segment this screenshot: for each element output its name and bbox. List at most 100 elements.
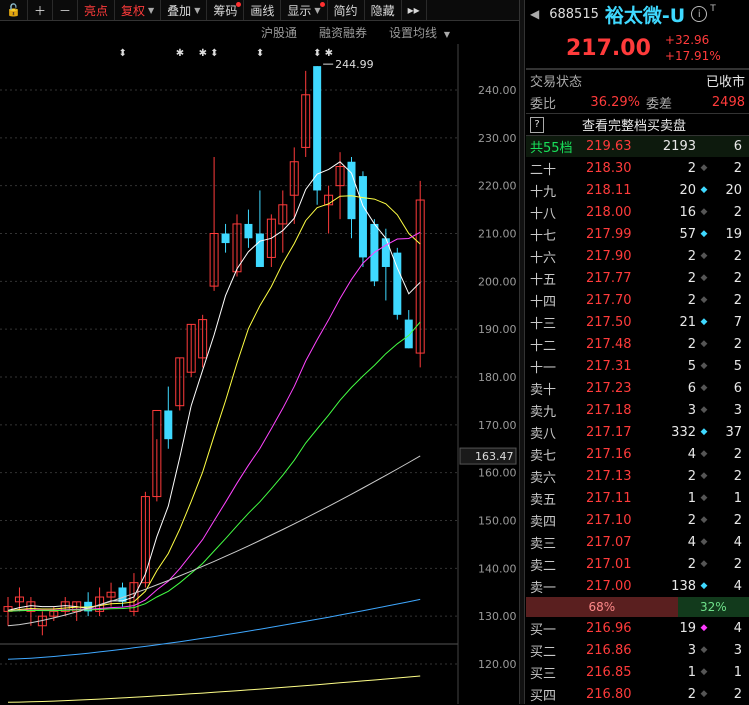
order-level-row[interactable]: 十九 218.11 20 ◆ 20 (526, 179, 749, 201)
event-marker-icon[interactable]: ✱ (176, 48, 184, 59)
lock-icon[interactable]: 🔓 (0, 0, 28, 20)
full-levels-button[interactable]: 查看完整档买卖盘 (582, 115, 686, 134)
panel-splitter[interactable] (519, 0, 525, 704)
order-level-row[interactable]: 十八 218.00 16 ◆ 2 (526, 201, 749, 223)
zoom-out-icon[interactable]: － (53, 0, 78, 20)
diamond-icon: ◆ (700, 163, 708, 173)
chevron-down-icon: ▼ (314, 5, 321, 15)
level-volume: 2 (687, 686, 696, 702)
price-change: +32.96 (664, 33, 710, 47)
level-label: 十三 (530, 316, 557, 332)
tool-chips[interactable]: 筹码 (207, 0, 245, 20)
order-level-row[interactable]: 卖四 217.10 2 ◆ 2 (526, 509, 749, 531)
diamond-icon: ◆ (700, 515, 708, 525)
order-level-row[interactable]: 卖八 217.17 332 ◆ 37 (526, 421, 749, 443)
event-marker-icon[interactable]: ⬍ (256, 48, 264, 59)
event-marker-icon[interactable]: ✱ (199, 48, 207, 59)
level-label: 十七 (530, 228, 557, 244)
order-level-row[interactable]: 买四 216.80 2 ◆ 2 (526, 683, 749, 705)
event-marker-icon[interactable]: ⬍ (210, 48, 218, 59)
order-level-row[interactable]: 十五 217.77 2 ◆ 2 (526, 267, 749, 289)
kline-chart[interactable]: 120.00 130.00 140.00 150.00 160.00 170.00 180.… (0, 0, 519, 704)
order-level-row[interactable]: 卖九 217.18 3 ◆ 3 (526, 399, 749, 421)
level-orders: 3 (733, 402, 742, 418)
diamond-icon: ◆ (700, 251, 708, 261)
y-tick-label: 210.00 (478, 228, 517, 241)
stock-header: ◀ 688515 裕太微-U i T (526, 0, 749, 28)
level-orders: 2 (733, 512, 742, 528)
tool-display[interactable]: 显示 ▼ (281, 0, 328, 20)
candle-body (244, 223, 253, 239)
order-level-row[interactable]: 十三 217.50 21 ◆ 7 (526, 311, 749, 333)
tool-hide[interactable]: 隐藏 (365, 0, 402, 20)
level-orders: 2 (733, 292, 742, 308)
tool-overlay[interactable]: 叠加 ▼ (161, 0, 208, 20)
candle-body (313, 66, 322, 191)
level-price: 217.16 (586, 446, 632, 462)
level-price: 216.86 (586, 642, 632, 658)
order-level-row[interactable]: 买三 216.85 1 ◆ 1 (526, 661, 749, 683)
level-volume: 1 (687, 490, 696, 506)
y-tick-label: 190.00 (478, 323, 517, 336)
tool-simple[interactable]: 简约 (328, 0, 365, 20)
level-orders: 2 (733, 160, 742, 176)
order-level-row[interactable]: 卖一 217.00 138 ◆ 4 (526, 575, 749, 597)
level-volume: 21 (679, 314, 696, 330)
tool-adjust[interactable]: 复权 ▼ (115, 0, 162, 20)
order-level-row[interactable]: 十一 217.31 5 ◆ 5 (526, 355, 749, 377)
order-level-row[interactable]: 卖五 217.11 1 ◆ 1 (526, 487, 749, 509)
level-price: 217.10 (586, 512, 632, 528)
order-level-row[interactable]: 买一 216.96 19 ◆ 4 (526, 617, 749, 639)
level-orders: 4 (733, 620, 742, 636)
chart-toolbar: 🔓 ＋ － 亮点 复权 ▼ 叠加 ▼ 筹码 画线 显示 ▼ 简约 隐藏 ▸▸ (0, 0, 520, 21)
ma-settings-link[interactable]: 设置均线 ▼ (389, 24, 450, 41)
candle-body (164, 410, 173, 440)
y-tick-label: 200.00 (478, 275, 517, 288)
weibi-value: 36.29% (590, 94, 640, 110)
diamond-icon: ◆ (700, 273, 708, 283)
trade-status: 已收市 (705, 75, 745, 90)
order-level-row[interactable]: 卖七 217.16 4 ◆ 2 (526, 443, 749, 465)
order-level-row[interactable]: 买二 216.86 3 ◆ 3 (526, 639, 749, 661)
order-level-row[interactable]: 二十 218.30 2 ◆ 2 (526, 157, 749, 179)
diamond-icon: ◆ (700, 361, 708, 371)
order-level-row[interactable]: 卖二 217.01 2 ◆ 2 (526, 553, 749, 575)
event-marker-icon[interactable]: ✱ (325, 48, 333, 59)
order-level-row[interactable]: 卖十 217.23 6 ◆ 6 (526, 377, 749, 399)
help-icon[interactable]: ? (530, 116, 544, 133)
level-volume: 3 (687, 642, 696, 658)
y-tick-label: 140.00 (478, 562, 517, 575)
last-price: 217.00 (566, 35, 651, 61)
event-marker-icon[interactable]: ⬍ (119, 48, 127, 59)
hk-connect-link[interactable]: 沪股通 (261, 24, 297, 41)
y-tick-label: 170.00 (478, 419, 517, 432)
order-level-row[interactable]: 卖三 217.07 4 ◆ 4 (526, 531, 749, 553)
level-orders: 2 (733, 446, 742, 462)
level-price: 217.01 (586, 556, 632, 572)
zoom-in-icon[interactable]: ＋ (28, 0, 53, 20)
diamond-icon: ◆ (700, 537, 708, 547)
level-price: 218.00 (586, 204, 632, 220)
tool-draw[interactable]: 画线 (244, 0, 282, 20)
ma-line (7, 455, 421, 627)
level-orders: 6 (733, 380, 742, 396)
order-level-row[interactable]: 十二 217.48 2 ◆ 2 (526, 333, 749, 355)
info-icon[interactable]: i (691, 6, 708, 22)
level-price: 217.50 (586, 314, 632, 330)
event-marker-icon[interactable]: ⬍ (313, 48, 321, 59)
margin-link[interactable]: 融资融券 (319, 24, 367, 41)
order-level-row[interactable]: 卖六 217.13 2 ◆ 2 (526, 465, 749, 487)
level-label: 十二 (530, 338, 557, 354)
order-level-row[interactable]: 十四 217.70 2 ◆ 2 (526, 289, 749, 311)
level-orders: 4 (733, 534, 742, 550)
expand-icon[interactable]: ▸▸ (402, 0, 427, 20)
full-levels-row[interactable]: ? 查看完整档买卖盘 (526, 113, 749, 135)
order-level-row[interactable]: 十七 217.99 57 ◆ 19 (526, 223, 749, 245)
order-level-row[interactable]: 十六 217.90 2 ◆ 2 (526, 245, 749, 267)
back-icon[interactable]: ◀ (530, 7, 539, 21)
diamond-icon: ◆ (700, 339, 708, 349)
stock-name[interactable]: 裕太微-U (605, 1, 685, 28)
chart-subbar: 沪股通 融资融券 设置均线 ▼ (0, 21, 460, 43)
tool-highlight[interactable]: 亮点 (78, 0, 115, 20)
ma-line (7, 598, 421, 660)
